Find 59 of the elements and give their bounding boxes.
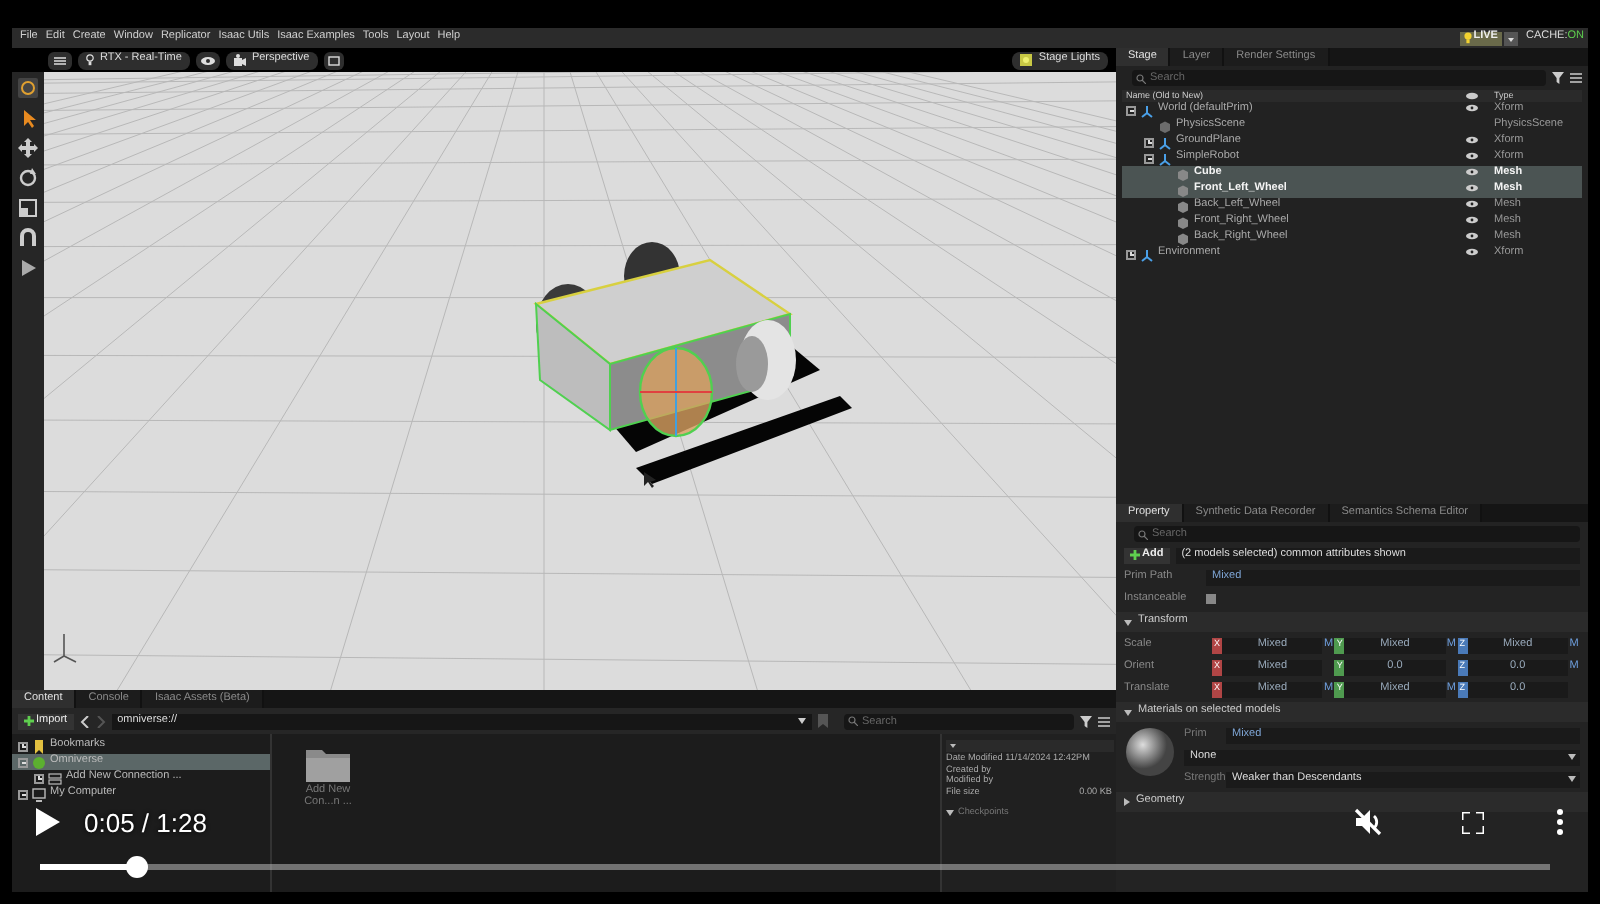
muted-speaker-icon[interactable] bbox=[1354, 808, 1382, 836]
cube-icon bbox=[1158, 119, 1172, 133]
light-icon bbox=[1020, 54, 1033, 66]
more-icon[interactable] bbox=[1556, 808, 1564, 836]
eye-icon[interactable] bbox=[1466, 247, 1478, 256]
eye-icon[interactable] bbox=[1466, 135, 1478, 144]
filter-icon[interactable] bbox=[1080, 715, 1092, 727]
menu-icon[interactable] bbox=[1570, 72, 1582, 84]
eye-icon[interactable] bbox=[1466, 231, 1478, 240]
instanceable-checkbox[interactable] bbox=[1206, 594, 1216, 604]
expand-toggle[interactable] bbox=[34, 773, 44, 783]
filter-icon[interactable] bbox=[1552, 72, 1564, 84]
globe-icon bbox=[32, 755, 46, 769]
expand-toggle[interactable] bbox=[1144, 153, 1154, 163]
eye-icon[interactable] bbox=[1466, 215, 1478, 224]
expand-toggle[interactable] bbox=[1126, 105, 1136, 115]
dropdown-icon[interactable] bbox=[1503, 31, 1518, 45]
material-sphere-icon bbox=[1124, 726, 1176, 778]
expand-toggle[interactable] bbox=[18, 789, 28, 799]
video-time: 0:05 / 1:28 bbox=[84, 809, 207, 835]
magnet-icon[interactable] bbox=[18, 228, 38, 248]
monitor-icon bbox=[32, 787, 46, 801]
lightbulb-icon bbox=[86, 54, 94, 66]
cursor-icon bbox=[644, 472, 656, 488]
expand-toggle[interactable] bbox=[1144, 137, 1154, 147]
eye-icon[interactable] bbox=[1466, 183, 1478, 192]
axis-gizmo-icon bbox=[53, 633, 77, 663]
expand-toggle[interactable] bbox=[18, 741, 28, 751]
plus-icon bbox=[1130, 550, 1140, 560]
back-icon[interactable] bbox=[79, 715, 90, 727]
menu-icon[interactable] bbox=[1098, 715, 1110, 727]
camera-icon bbox=[233, 54, 246, 66]
settings-icon[interactable] bbox=[48, 51, 72, 69]
arrow-icon[interactable] bbox=[18, 108, 38, 128]
eye-icon bbox=[1466, 92, 1478, 100]
fullscreen-icon[interactable] bbox=[1462, 811, 1484, 833]
play-icon[interactable] bbox=[18, 258, 38, 278]
eye-icon[interactable] bbox=[1466, 199, 1478, 208]
eye-icon[interactable] bbox=[1466, 151, 1478, 160]
axes-icon bbox=[1140, 247, 1154, 261]
search-icon bbox=[1138, 529, 1148, 539]
folder-icon[interactable] bbox=[306, 746, 350, 782]
search-icon bbox=[1136, 73, 1146, 83]
eye-icon[interactable] bbox=[195, 51, 220, 69]
expand-toggle[interactable] bbox=[1126, 249, 1136, 259]
logo-icon[interactable] bbox=[18, 78, 38, 98]
server-icon bbox=[48, 771, 62, 785]
scale-icon[interactable] bbox=[18, 198, 38, 218]
rotate-icon[interactable] bbox=[18, 168, 38, 188]
eye-icon[interactable] bbox=[1466, 167, 1478, 176]
film-icon[interactable] bbox=[323, 51, 344, 69]
lightbulb-icon bbox=[1463, 32, 1472, 44]
plus-icon bbox=[24, 716, 34, 726]
search-icon bbox=[848, 716, 858, 726]
play-icon[interactable] bbox=[36, 808, 60, 836]
move-icon[interactable] bbox=[18, 138, 38, 158]
expand-toggle[interactable] bbox=[18, 757, 28, 767]
eye-icon[interactable] bbox=[1466, 103, 1478, 112]
axes-icon bbox=[1140, 103, 1154, 117]
